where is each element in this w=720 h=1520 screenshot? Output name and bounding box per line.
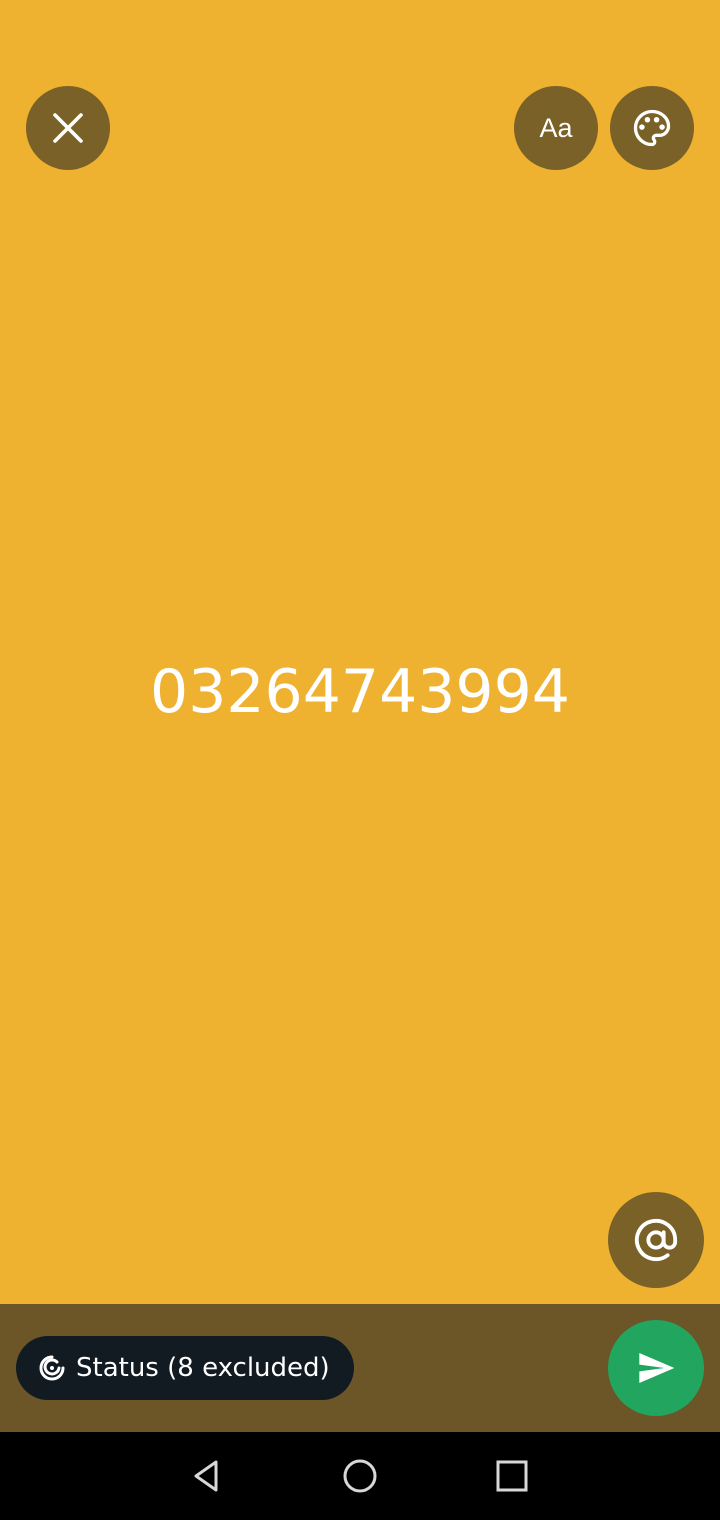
send-button[interactable] (608, 1320, 704, 1416)
close-button[interactable] (26, 86, 110, 170)
back-triangle-icon (194, 1460, 218, 1492)
nav-recents-button[interactable] (488, 1452, 536, 1500)
color-palette-button[interactable] (610, 86, 694, 170)
at-sign-icon (634, 1218, 678, 1262)
close-icon (53, 113, 83, 143)
status-canvas[interactable]: Aa 03264743994 (0, 0, 720, 1304)
system-navigation-bar (0, 1432, 720, 1520)
status-audience-label: Status (8 excluded) (76, 1353, 330, 1383)
font-style-label: Aa (539, 112, 573, 143)
status-audience-selector[interactable]: Status (8 excluded) (16, 1336, 354, 1400)
mention-button[interactable] (608, 1192, 704, 1288)
nav-back-button[interactable] (182, 1452, 230, 1500)
home-circle-icon (343, 1459, 377, 1493)
bottom-bar: Status (8 excluded) (0, 1304, 720, 1432)
status-text-content[interactable]: 03264743994 (0, 652, 720, 732)
font-style-button[interactable]: Aa (514, 86, 598, 170)
recents-square-icon (496, 1460, 528, 1492)
nav-home-button[interactable] (336, 1452, 384, 1500)
palette-icon (633, 109, 671, 147)
status-ring-icon (38, 1354, 66, 1382)
send-icon (639, 1353, 675, 1383)
